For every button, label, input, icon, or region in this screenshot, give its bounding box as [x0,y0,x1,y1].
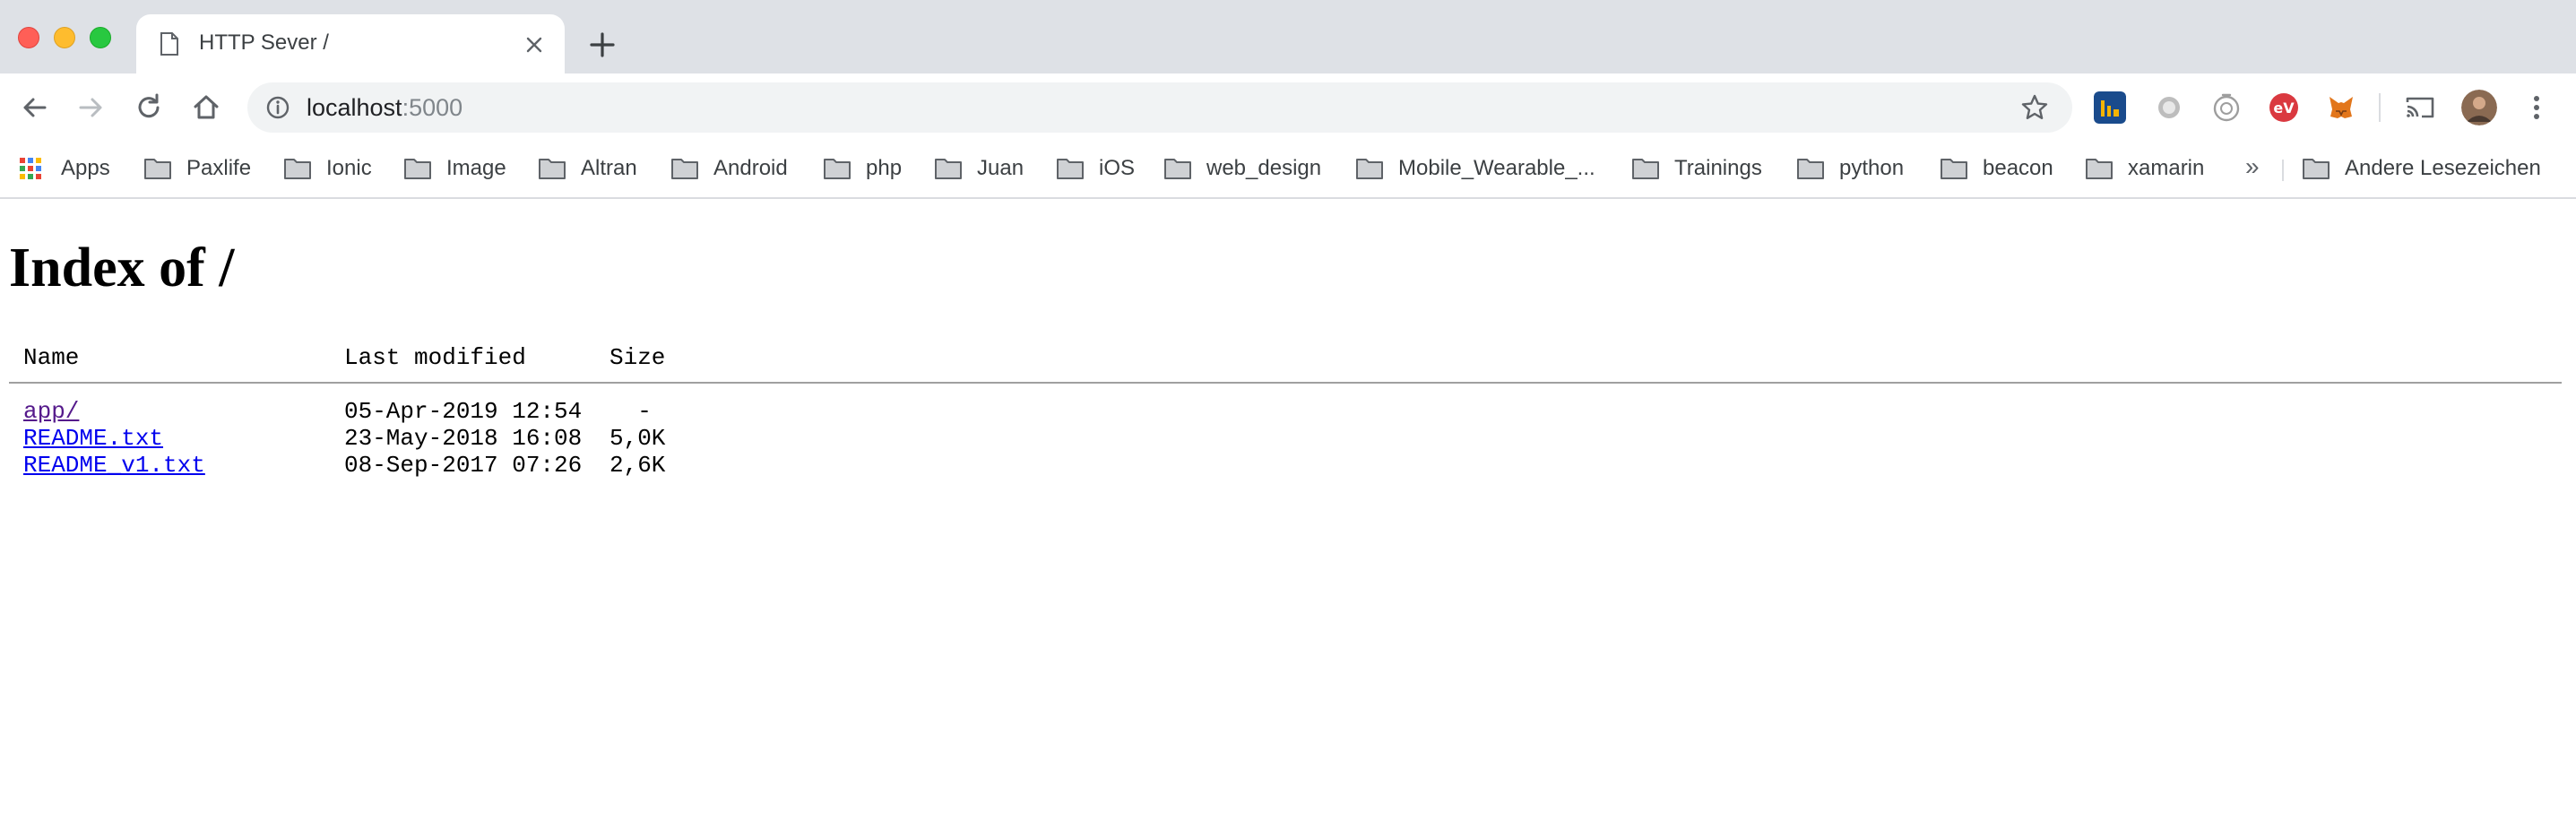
new-tab-button[interactable] [588,30,617,59]
folder-icon [1632,159,1659,179]
entry-size: - [609,398,652,425]
bookmark-folder[interactable]: Paxlife [143,151,251,186]
bookmark-folder[interactable]: Juan [934,151,1024,186]
bookmark-folder[interactable]: beacon [1940,151,2053,186]
entry-modified: 08-Sep-2017 07:26 [344,452,583,479]
bookmark-label: Juan [977,156,1024,180]
bookmark-label: web_design [1206,156,1322,180]
bookmark-label: iOS [1099,156,1136,180]
page-content: Index of / Name Last modified Size app/ … [0,199,2576,821]
folder-icon [284,159,311,179]
column-header-modified[interactable]: Last modified [344,344,526,371]
bookmark-label: python [1839,156,1905,180]
bookmark-other-folder[interactable]: Andere Lesezeichen [2302,151,2541,186]
bookmark-label: beacon [1983,156,2053,180]
folder-icon [404,159,431,179]
bookmark-folder[interactable]: Trainings [1631,151,1762,186]
folder-icon [1057,159,1084,179]
bookmark-folder[interactable]: Image [403,151,506,186]
divider [9,382,2562,384]
back-button[interactable] [16,90,52,125]
folder-icon [144,159,171,179]
expressvpn-extension-icon[interactable]: eV [2268,91,2300,124]
entry-link[interactable]: app/ [23,398,79,425]
list-item: app/ 05-Apr-2019 12:54 - [9,398,2562,425]
bookmark-folder[interactable]: iOS [1056,151,1135,186]
apps-grid-icon [20,158,41,179]
bookmarks-separator [2282,160,2284,181]
folder-icon [1797,159,1824,179]
bookmark-label: Andere Lesezeichen [2345,156,2541,180]
bookmark-label: Apps [61,156,110,180]
entry-size: 5,0K [609,425,666,452]
forward-button[interactable] [73,90,109,125]
entry-modified: 05-Apr-2019 12:54 [344,398,583,425]
page-title: Index of / [9,238,235,298]
timer-extension-icon[interactable] [2210,91,2243,124]
folder-icon [1941,159,1967,179]
folder-icon [1356,159,1383,179]
folder-icon [671,159,698,179]
column-header-size[interactable]: Size [609,344,665,371]
close-icon[interactable] [523,34,545,56]
bookmark-label: xamarin [2128,156,2205,180]
folder-icon [2086,159,2113,179]
entry-link[interactable]: README.txt [23,425,163,452]
window-maximize-button[interactable] [90,27,111,48]
browser-toolbar: localhost:5000 eV [0,73,2576,142]
bookmark-star-icon[interactable] [2020,93,2049,122]
list-item: README.txt 23-May-2018 16:08 5,0K [9,425,2562,452]
tab-title: HTTP Sever / [199,30,329,55]
bookmark-label: Altran [581,156,637,180]
folder-icon [824,159,851,179]
reload-button[interactable] [131,90,167,125]
home-button[interactable] [188,90,224,125]
bookmark-folder[interactable]: python [1796,151,1904,186]
circle-extension-icon[interactable] [2153,91,2185,124]
listing-header: Name Last modified Size [9,344,2562,371]
window-close-button[interactable] [18,27,39,48]
bookmark-folder[interactable]: web_design [1163,151,1321,186]
bookmarks-bar: Apps Paxlife Ionic Image Altran Android … [0,142,2576,199]
entry-modified: 23-May-2018 16:08 [344,425,583,452]
entry-link[interactable]: README_v1.txt [23,452,205,479]
folder-icon [539,159,566,179]
folder-icon [935,159,962,179]
bookmark-label: Trainings [1674,156,1762,180]
cast-icon[interactable] [2404,91,2436,124]
folder-icon [2303,159,2330,179]
list-item: README_v1.txt 08-Sep-2017 07:26 2,6K [9,452,2562,479]
svg-text:eV: eV [2273,99,2295,117]
toolbar-separator [2379,93,2381,122]
window-minimize-button[interactable] [54,27,75,48]
bookmarks-overflow-button[interactable]: » [2245,152,2260,181]
metamask-extension-icon[interactable] [2325,91,2357,124]
avatar[interactable] [2461,90,2497,125]
bookmark-folder[interactable]: Android [670,151,788,186]
bookmark-label: Android [713,156,788,180]
bookmark-folder[interactable]: Ionic [283,151,372,186]
bookmark-label: Paxlife [186,156,252,180]
active-tab[interactable]: HTTP Sever / [136,14,565,73]
tab-strip: HTTP Sever / [0,0,2576,73]
bookmark-label: Image [446,156,506,180]
folder-icon [1164,159,1191,179]
address-text[interactable]: localhost:5000 [307,94,462,122]
bookmark-folder[interactable]: xamarin [2085,151,2204,186]
bookmark-label: Mobile_Wearable_... [1398,156,1595,180]
column-header-name[interactable]: Name [23,344,79,371]
bookmark-folder[interactable]: php [823,151,902,186]
address-bar[interactable]: localhost:5000 [247,82,2072,133]
bookmark-label: Ionic [326,156,372,180]
bookmark-apps[interactable]: Apps [20,151,110,186]
bookmark-folder[interactable]: Mobile_Wearable_... [1355,151,1595,186]
menu-icon[interactable] [2520,91,2553,124]
info-icon[interactable] [265,95,290,120]
bookmark-label: php [866,156,903,180]
document-icon [160,32,178,56]
analytics-extension-icon[interactable] [2094,91,2126,124]
bookmark-folder[interactable]: Altran [538,151,637,186]
entry-size: 2,6K [609,452,666,479]
